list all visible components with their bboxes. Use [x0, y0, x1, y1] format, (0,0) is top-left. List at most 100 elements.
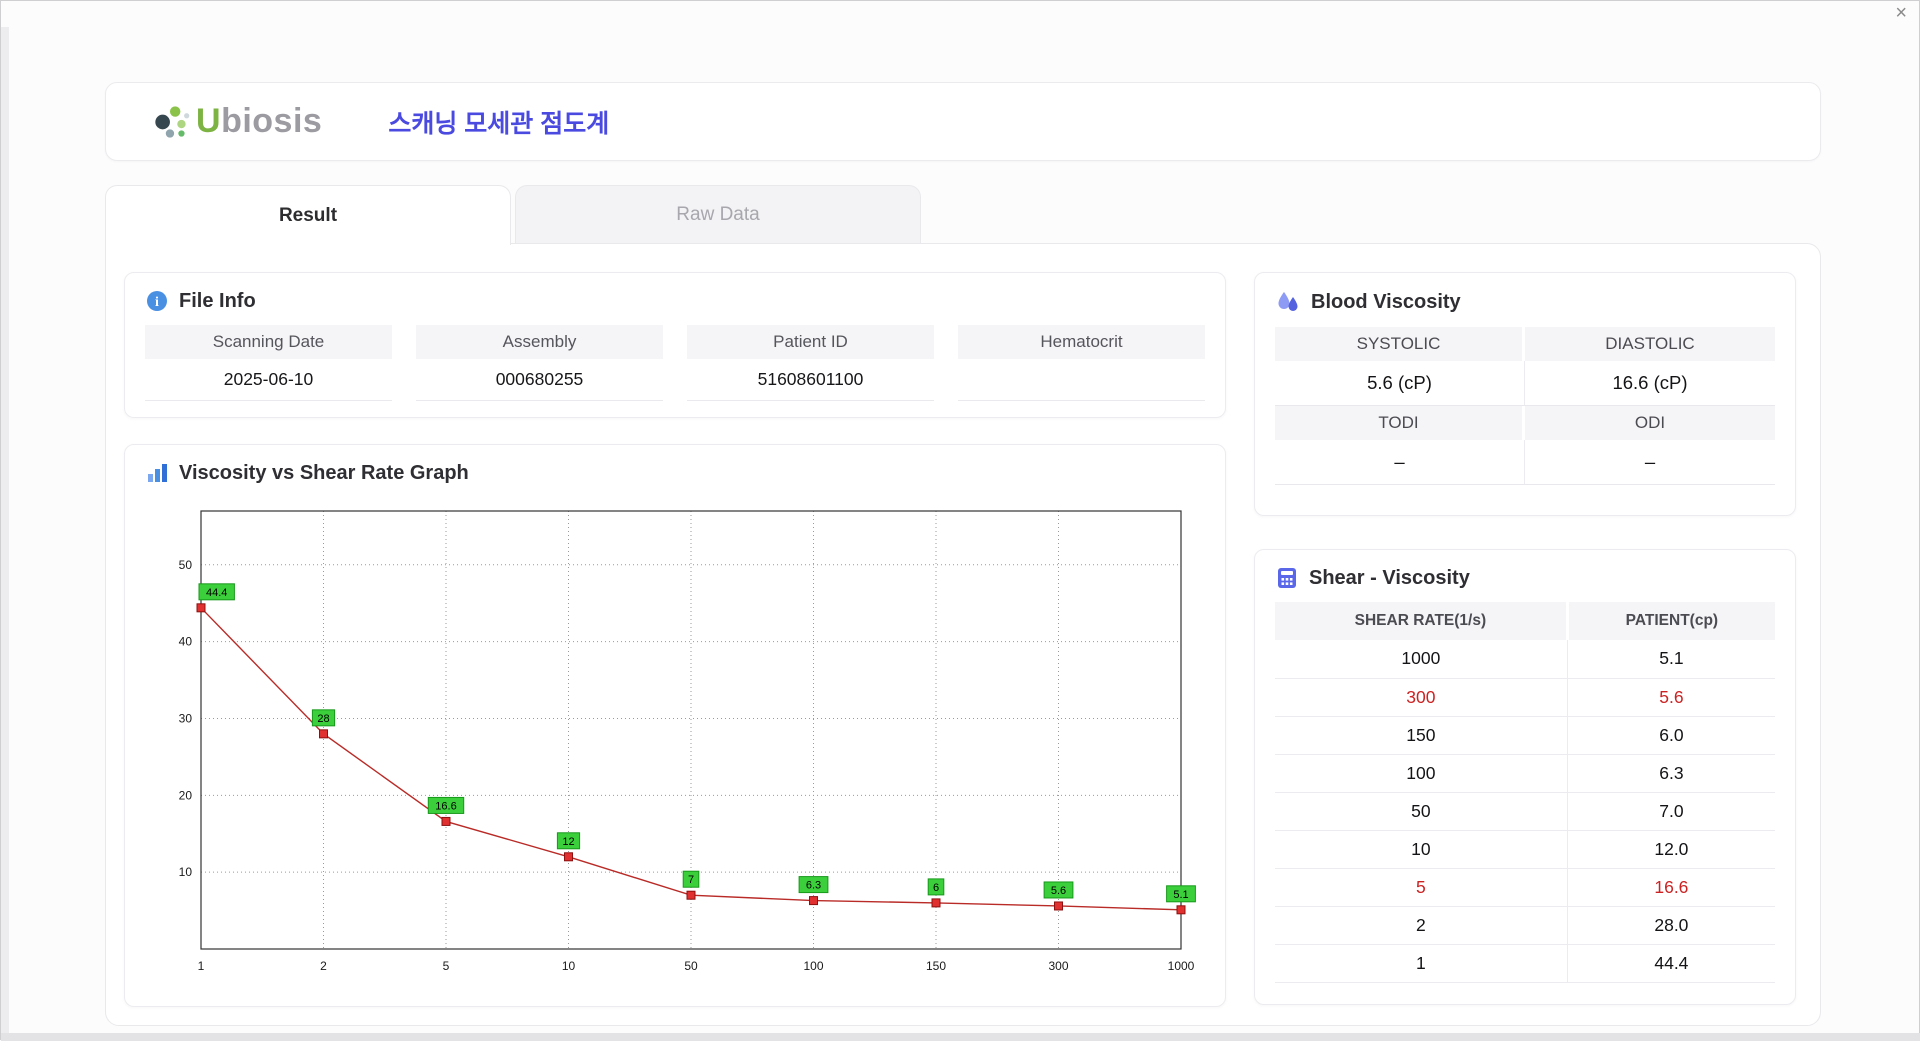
page-title: 스캐닝 모세관 점도계 — [388, 109, 610, 138]
table-cell: 6.0 — [1567, 716, 1775, 755]
table-cell: 10 — [1275, 830, 1568, 869]
table-row: 10 12.0 — [1275, 830, 1775, 869]
x-tick-label: 2 — [320, 959, 327, 973]
scanning-date-value: 2025-06-10 — [145, 359, 392, 401]
x-tick-label: 50 — [684, 959, 698, 973]
x-tick-label: 1000 — [1168, 959, 1195, 973]
point-label-text: 16.6 — [435, 800, 456, 812]
table-cell: 44.4 — [1567, 944, 1775, 983]
table-row: 300 5.6 — [1275, 678, 1775, 717]
x-tick-label: 300 — [1048, 959, 1068, 973]
table-cell: 50 — [1275, 792, 1568, 831]
diastolic-label: DIASTOLIC — [1525, 327, 1775, 361]
table-cell: 300 — [1275, 678, 1568, 717]
table-cell: 6.3 — [1567, 754, 1775, 793]
viscosity-graph-card: Viscosity vs Shear Rate Graph 10 20 30 40 50… — [124, 444, 1226, 1007]
x-tick-label: 150 — [926, 959, 946, 973]
data-marker — [1054, 901, 1063, 911]
window-edge-left — [1, 27, 9, 1033]
table-cell: 5.1 — [1567, 640, 1775, 679]
x-tick-label: 10 — [562, 959, 576, 973]
y-tick-label: 50 — [179, 558, 193, 572]
point-label-text: 5.6 — [1051, 885, 1066, 897]
file-info-card: i File Info Scanning Date Assembly Patie… — [124, 272, 1226, 418]
y-tick-label: 10 — [179, 865, 193, 879]
odi-value: – — [1525, 440, 1775, 485]
table-cell: 2 — [1275, 906, 1568, 945]
scanning-date-label: Scanning Date — [145, 325, 392, 359]
chart-area: 10 20 30 40 50 1 2 5 10 50 100 150 300 1000 44.4 28 16.6… — [145, 497, 1205, 990]
todi-value: – — [1275, 440, 1525, 485]
blood-viscosity-card: Blood Viscosity SYSTOLIC DIASTOLIC 5.6 (… — [1254, 272, 1796, 516]
table-cell: 12.0 — [1567, 830, 1775, 869]
shear-viscosity-card: Shear - Viscosity SHEAR RATE(1/s) PATIEN… — [1254, 549, 1796, 1005]
table-row: 150 6.0 — [1275, 716, 1775, 755]
info-icon: i — [147, 291, 167, 311]
shear-viscosity-table: SHEAR RATE(1/s) PATIENT(cp) 1000 5.1 300 5.… — [1275, 602, 1775, 983]
graph-title: Viscosity vs Shear Rate Graph — [179, 461, 469, 484]
x-tick-label: 1 — [198, 959, 205, 973]
tab-result[interactable]: Result — [105, 185, 511, 245]
assembly-value: 000680255 — [416, 359, 663, 401]
point-label-text: 12 — [562, 836, 574, 848]
viscosity-chart: 10203040501 2 5 10 50 100 150 300 100044.42816.6… — [179, 510, 1196, 973]
table-row: 1000 5.1 — [1275, 640, 1775, 679]
y-tick-label: 40 — [179, 635, 193, 649]
right-column: Blood Viscosity SYSTOLIC DIASTOLIC 5.6 (… — [1254, 272, 1796, 1005]
tab-raw-data[interactable]: Raw Data — [515, 185, 921, 243]
table-cell: 5 — [1275, 868, 1568, 907]
data-marker — [319, 729, 328, 739]
shear-viscosity-title: Shear - Viscosity — [1309, 566, 1470, 589]
data-marker — [564, 852, 573, 862]
table-row: 100 6.3 — [1275, 754, 1775, 793]
x-tick-label: 100 — [803, 959, 823, 973]
droplets-icon — [1278, 292, 1298, 311]
file-info-title: File Info — [179, 289, 256, 312]
data-marker — [686, 890, 696, 900]
point-label-text: 7 — [688, 874, 694, 886]
table-cell: 28.0 — [1567, 906, 1775, 945]
header-card: Ubiosis 스캐닝 모세관 점도계 — [105, 82, 1821, 161]
systolic-label: SYSTOLIC — [1275, 327, 1525, 361]
data-line — [200, 607, 1182, 911]
hematocrit-value — [958, 359, 1205, 401]
hematocrit-label: Hematocrit — [958, 325, 1205, 359]
point-label-text: 6 — [933, 882, 939, 894]
assembly-label: Assembly — [416, 325, 663, 359]
left-column: i File Info Scanning Date Assembly Patie… — [124, 272, 1226, 1007]
table-row: 2 28.0 — [1275, 906, 1775, 945]
data-marker — [196, 603, 206, 613]
shear-table-body: 1000 5.1 300 5.6 150 6.0 100 6.3 50 7.0 10 12.0 5 16.… — [1275, 640, 1775, 983]
logo-rest: biosis — [221, 102, 323, 140]
table-cell: 150 — [1275, 716, 1568, 755]
data-marker — [1176, 905, 1186, 915]
table-header-row: SHEAR RATE(1/s) PATIENT(cp) — [1275, 602, 1775, 640]
point-label-text: 28 — [317, 713, 329, 725]
logo-text: Ubiosis — [196, 102, 323, 140]
file-info-fields: Scanning Date Assembly Patient ID Hemato… — [145, 325, 1205, 401]
table-cell: 1000 — [1275, 640, 1568, 679]
table-cell: 5.6 — [1567, 678, 1775, 717]
patient-id-label: Patient ID — [687, 325, 934, 359]
tab-bar: Result Raw Data — [105, 185, 921, 245]
logo-dots-icon — [155, 105, 190, 138]
table-row: 50 7.0 — [1275, 792, 1775, 831]
result-panel: i File Info Scanning Date Assembly Patie… — [105, 243, 1821, 1026]
point-label-text: 44.4 — [206, 587, 227, 599]
table-row: 1 44.4 — [1275, 944, 1775, 983]
diastolic-value: 16.6 (cP) — [1525, 361, 1775, 406]
table-cell: 1 — [1275, 944, 1568, 983]
close-icon[interactable]: × — [1895, 3, 1907, 23]
table-cell: 16.6 — [1567, 868, 1775, 907]
svg-text:i: i — [155, 295, 159, 310]
odi-label: ODI — [1525, 406, 1775, 440]
table-cell: 7.0 — [1567, 792, 1775, 831]
data-marker — [809, 896, 818, 906]
point-label-text: 5.1 — [1173, 889, 1188, 901]
blood-viscosity-title: Blood Viscosity — [1311, 290, 1461, 313]
app-logo: Ubiosis — [150, 99, 322, 145]
patient-column-header: PATIENT(cp) — [1567, 602, 1775, 640]
table-cell: 100 — [1275, 754, 1568, 793]
blood-viscosity-grid: SYSTOLIC DIASTOLIC 5.6 (cP) 16.6 (cP) TO… — [1275, 327, 1775, 485]
patient-id-value: 51608601100 — [687, 359, 934, 401]
